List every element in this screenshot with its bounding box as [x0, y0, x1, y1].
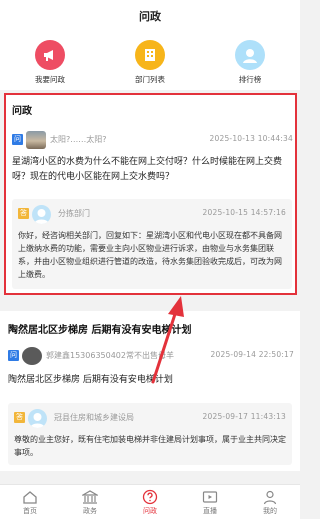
- shortcut-ranking[interactable]: 排行榜: [210, 40, 290, 85]
- asker-name: 郭建鑫15306350402常不出售母羊: [46, 351, 174, 360]
- tab-profile[interactable]: 我的: [240, 489, 300, 516]
- reply-box: 答 冠县住房和城乡建设局 2025-09-17 11:43:13 尊敬的业主您好…: [8, 403, 292, 465]
- live-tv-icon: [180, 489, 240, 505]
- asker-name: 太阳?……太阳?: [50, 135, 107, 144]
- question-text[interactable]: 星湖湾小区的水费为什么不能在网上交付呀？什么时候能在网上交费呀？现在的代电小区能…: [12, 155, 292, 185]
- reply-text: 你好，经咨询相关部门，回复如下：星湖湾小区和代电小区现在都不具备网上缴纳水费的功…: [18, 231, 282, 279]
- ask-tag: 问: [8, 350, 19, 361]
- tab-label: 政务: [83, 507, 97, 515]
- question-card[interactable]: 问政 问 太阳?……太阳? 2025-10-13 10:44:34 星湖湾小区的…: [4, 93, 297, 295]
- section-title: 陶然居北区步梯房 后期有没有安电梯计划: [8, 325, 192, 336]
- tab-wenzheng[interactable]: 问政: [120, 489, 180, 516]
- tab-government[interactable]: 政务: [60, 489, 120, 516]
- tab-label: 直播: [203, 507, 217, 515]
- question-circle-icon: [120, 489, 180, 505]
- tab-label: 首页: [23, 507, 37, 515]
- reply-tag: 答: [18, 208, 29, 219]
- user-icon: [240, 489, 300, 505]
- tab-home[interactable]: 首页: [0, 489, 60, 516]
- reply-time: 2025-10-15 14:57:16: [202, 208, 286, 217]
- question-header: 问 郭建鑫15306350402常不出售母羊 2025-09-14 22:50:…: [8, 347, 294, 365]
- avatar: [22, 347, 42, 365]
- government-building-icon: [60, 489, 120, 505]
- reply-header: 答 分拣部门 2025-10-15 14:57:16: [18, 205, 286, 224]
- question-time: 2025-09-14 22:50:17: [210, 350, 294, 359]
- department-name: 分拣部门: [58, 209, 90, 218]
- tab-label: 我的: [263, 507, 277, 515]
- tab-live[interactable]: 直播: [180, 489, 240, 516]
- avatar: [28, 409, 47, 428]
- ranking-avatar-icon: [235, 40, 265, 70]
- shortcut-label: 部门列表: [135, 75, 165, 84]
- building-list-icon: [135, 40, 165, 70]
- avatar: [26, 131, 46, 149]
- question-text[interactable]: 陶然居北区步梯房 后期有没有安电梯计划: [8, 373, 288, 388]
- reply-text: 尊敬的业主您好，既有住宅加装电梯并非住建局计划事项，属于业主共同决定事项。: [14, 435, 286, 457]
- reply-box: 答 分拣部门 2025-10-15 14:57:16 你好，经咨询相关部门，回复…: [12, 199, 292, 289]
- reply-tag: 答: [14, 412, 25, 423]
- megaphone-icon: [35, 40, 65, 70]
- page-title: 问政: [0, 0, 300, 34]
- bottom-tab-bar: 首页 政务 问政 直播 我的: [0, 484, 300, 519]
- avatar: [32, 205, 51, 224]
- shortcut-label: 排行榜: [238, 75, 262, 84]
- shortcut-departments[interactable]: 部门列表: [110, 40, 190, 85]
- home-icon: [0, 489, 60, 505]
- shortcut-ask[interactable]: 我要问政: [10, 40, 90, 85]
- ask-tag: 问: [12, 134, 23, 145]
- shortcut-label: 我要问政: [35, 75, 65, 84]
- question-time: 2025-10-13 10:44:34: [209, 134, 293, 143]
- reply-time: 2025-09-17 11:43:13: [202, 412, 286, 421]
- reply-header: 答 冠县住房和城乡建设局 2025-09-17 11:43:13: [14, 409, 286, 428]
- section-title: 问政: [12, 106, 32, 117]
- shortcut-bar: 我要问政 部门列表 排行榜: [0, 34, 300, 90]
- department-name: 冠县住房和城乡建设局: [54, 413, 134, 422]
- question-card[interactable]: 陶然居北区步梯房 后期有没有安电梯计划 问 郭建鑫15306350402常不出售…: [0, 311, 300, 471]
- tab-label: 问政: [143, 507, 157, 515]
- question-header: 问 太阳?……太阳? 2025-10-13 10:44:34: [12, 131, 293, 149]
